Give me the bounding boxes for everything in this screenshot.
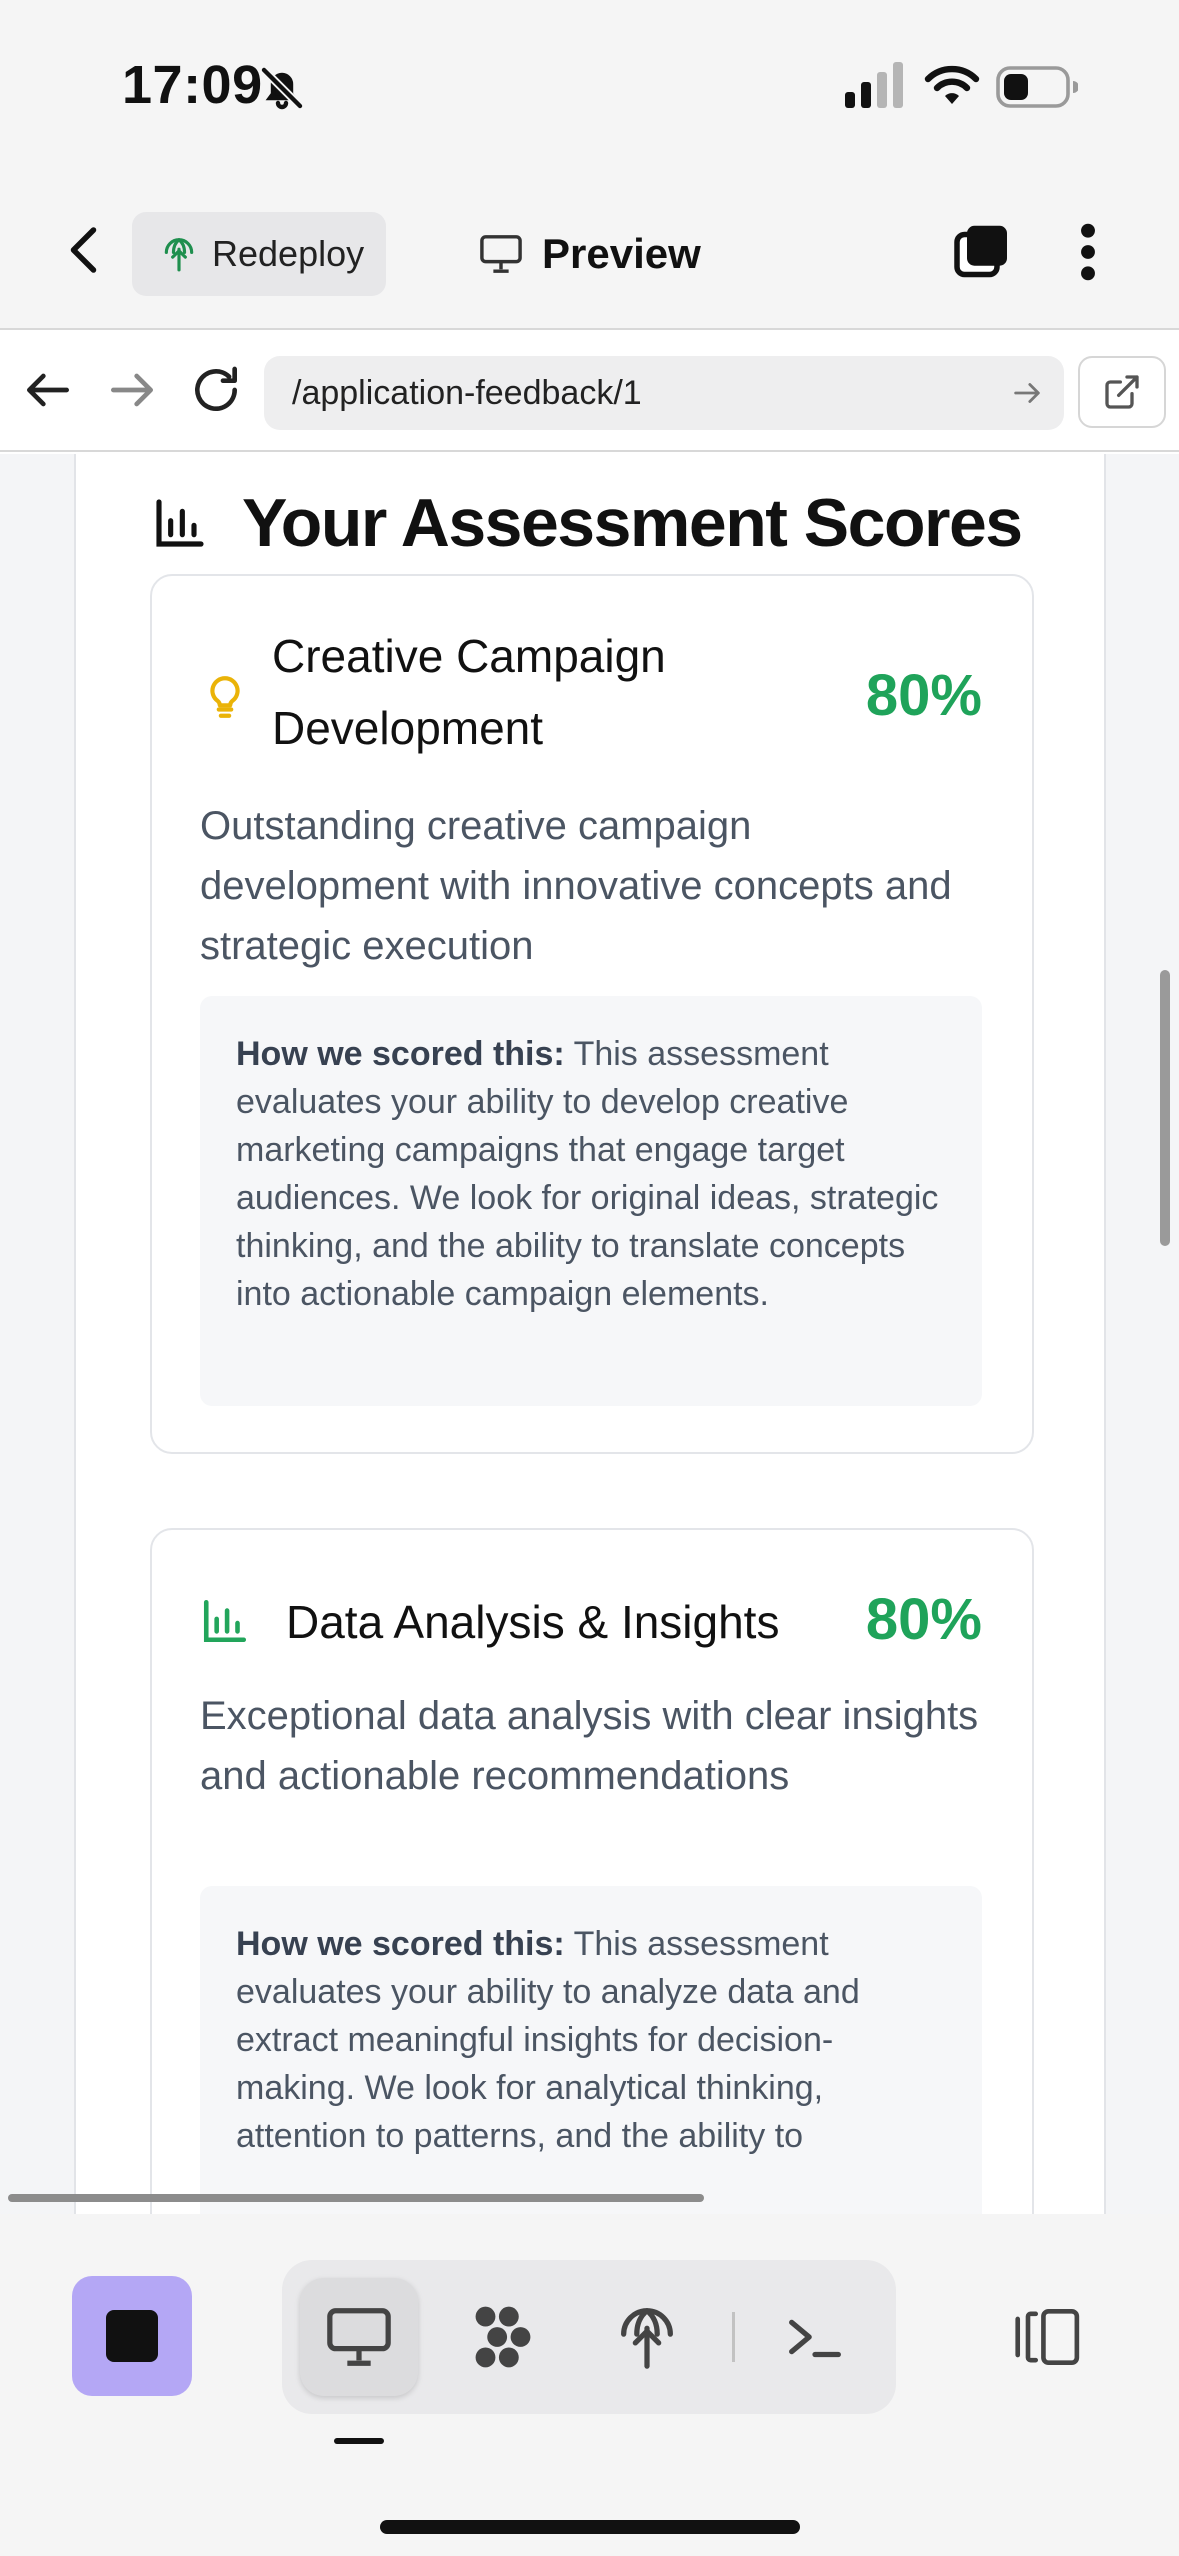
scoring-explanation: How we scored this: This assessment eval…	[200, 1886, 982, 2214]
score-card-creative: Creative Campaign Development 80% Outsta…	[150, 574, 1034, 1454]
card-title: Creative Campaign Development	[272, 630, 666, 754]
stop-button[interactable]	[72, 2276, 192, 2396]
preview-label: Preview	[542, 230, 701, 277]
page-viewport[interactable]: Your Assessment Scores Creative Campaign…	[0, 454, 1179, 2214]
browser-back-icon[interactable]	[20, 362, 76, 418]
vertical-scrollbar[interactable]	[1160, 970, 1170, 1246]
terminal-tool-button[interactable]	[756, 2278, 874, 2396]
monitor-icon	[480, 235, 522, 273]
score-percent: 80%	[865, 663, 982, 728]
scoring-explanation: How we scored this: This assessment eval…	[200, 996, 982, 1406]
url-field[interactable]: /application-feedback/1	[264, 356, 1064, 430]
deploy-tool-button[interactable]	[588, 2278, 706, 2396]
app-header: Redeploy Preview	[0, 170, 1179, 330]
signal-icon	[845, 62, 903, 108]
score-card-data-analysis: Data Analysis & Insights 80% Exceptional…	[150, 1528, 1034, 2214]
bottom-toolbar	[0, 2214, 1179, 2556]
bell-off-icon	[260, 66, 304, 110]
toolbar-divider	[732, 2312, 735, 2362]
scoring-label: How we scored this:	[236, 1925, 565, 1963]
page-title: Your Assessment Scores	[242, 485, 1023, 561]
redeploy-label: Redeploy	[212, 233, 365, 274]
card-title: Data Analysis & Insights	[286, 1596, 780, 1648]
wifi-icon	[924, 65, 980, 104]
bar-chart-icon	[203, 1599, 247, 1643]
back-chevron-icon[interactable]	[56, 220, 116, 280]
score-percent: 80%	[865, 1587, 982, 1652]
monitor-icon	[327, 2308, 391, 2366]
redeploy-button[interactable]: Redeploy	[132, 212, 386, 296]
deploy-globe-icon	[621, 2308, 673, 2369]
page-content-card: Your Assessment Scores Creative Campaign…	[74, 454, 1106, 2214]
scoring-text: This assessment evaluates your ability t…	[236, 1035, 939, 1313]
side-panel-icon[interactable]	[1010, 2306, 1082, 2368]
browser-forward-icon[interactable]	[104, 362, 160, 418]
terminal-icon	[789, 2319, 841, 2358]
preview-tool-button[interactable]	[300, 2278, 418, 2396]
tabs-icon[interactable]	[952, 222, 1012, 282]
more-options-icon[interactable]	[1070, 220, 1106, 284]
preview-tab[interactable]: Preview	[478, 212, 701, 296]
cluster-icon	[475, 2306, 531, 2368]
home-indicator	[380, 2520, 800, 2534]
browser-bar: /application-feedback/1	[0, 332, 1179, 452]
status-bar: 17:09	[0, 0, 1179, 170]
horizontal-scrollbar[interactable]	[8, 2194, 704, 2202]
lightbulb-icon	[210, 676, 240, 718]
battery-icon	[996, 66, 1078, 108]
bar-chart-icon	[156, 499, 204, 547]
open-external-button[interactable]	[1078, 356, 1166, 428]
card-description: Outstanding creative campaign developmen…	[200, 804, 952, 968]
scoring-label: How we scored this:	[236, 1035, 565, 1073]
card-description: Exceptional data analysis with clear ins…	[200, 1694, 979, 1798]
workspace-tool-button[interactable]	[444, 2278, 562, 2396]
deploy-globe-icon	[164, 238, 194, 272]
stop-icon	[106, 2310, 158, 2362]
url-go-arrow-icon[interactable]	[1010, 376, 1044, 410]
tool-group	[282, 2260, 896, 2414]
active-tool-indicator	[334, 2438, 384, 2444]
status-time: 17:09	[122, 55, 263, 115]
url-text: /application-feedback/1	[292, 373, 642, 412]
section-heading: Your Assessment Scores	[152, 484, 1023, 562]
external-link-icon	[1105, 375, 1139, 409]
reload-icon[interactable]	[188, 362, 244, 418]
